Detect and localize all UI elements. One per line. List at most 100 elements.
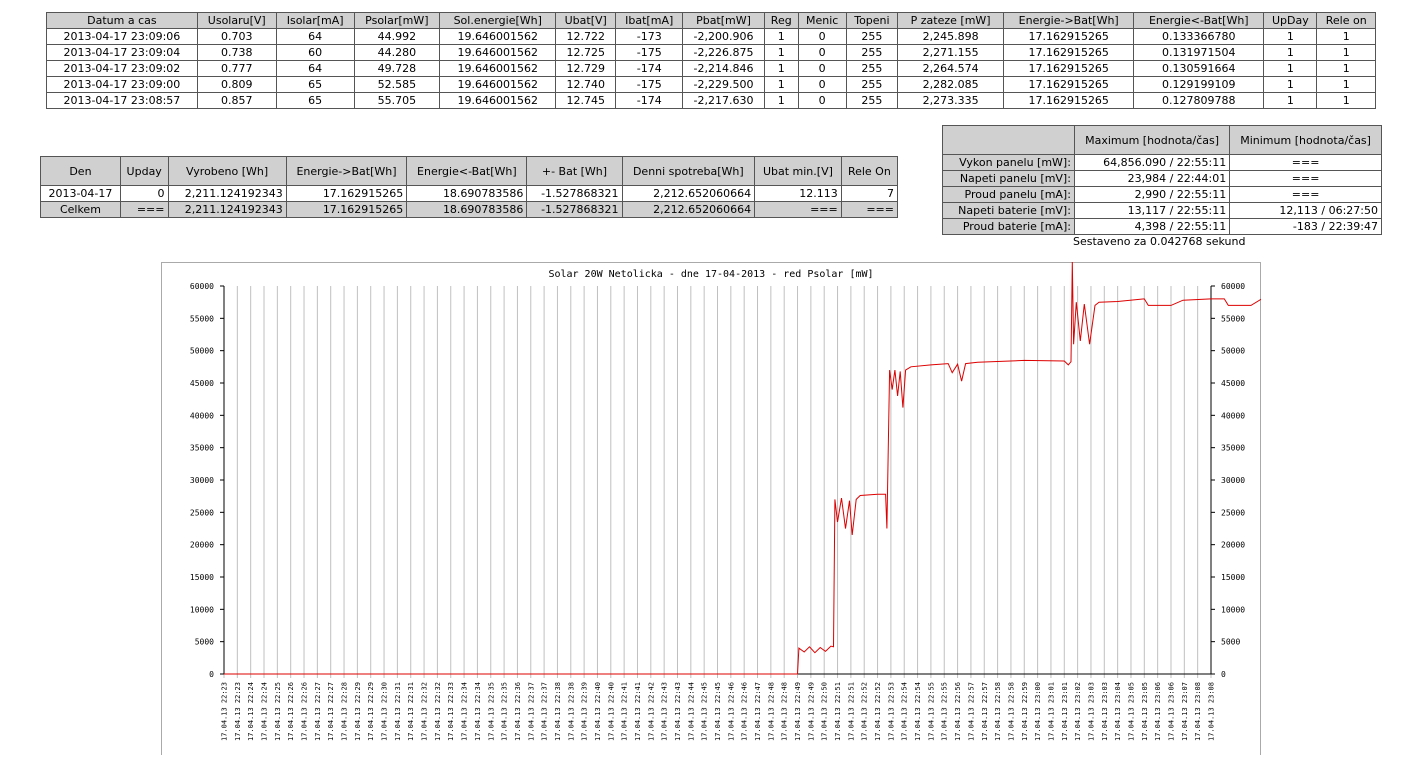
x-tick-label: 17.04.13 22:29	[354, 682, 362, 741]
x-tick-label: 17.04.13 23:04	[1114, 682, 1122, 741]
table-row: 2013-04-17 23:09:04 0.738 60 44.280 19.64600…	[46, 44, 1376, 61]
table-cell: -2,214.846	[682, 60, 765, 77]
table-cell: 12,113 / 06:27:50	[1229, 202, 1382, 219]
x-tick-label: 17.04.13 22:35	[501, 682, 509, 741]
x-tick-label: 17.04.13 22:26	[287, 682, 295, 741]
y-tick-label-right: 60000	[1221, 282, 1245, 291]
table-cell: 17.162915265	[1003, 44, 1135, 61]
y-tick-label: 30000	[190, 476, 214, 485]
table-row: Napeti baterie [mV]: 13,117 / 22:55:11 12,…	[942, 202, 1382, 219]
table-cell: 1	[1316, 60, 1376, 77]
table-cell: 2,212.652060664	[621, 201, 756, 218]
table-cell: 17.162915265	[1003, 92, 1135, 109]
table-cell: 1	[1316, 76, 1376, 93]
generation-time-text: Sestaveno za 0.042768 sekund	[1073, 235, 1246, 248]
x-tick-label: 17.04.13 22:47	[754, 682, 762, 741]
table-cell: 2,273.335	[897, 92, 1005, 109]
x-tick-label: 17.04.13 22:57	[967, 682, 975, 741]
table-cell: 0.127809788	[1133, 92, 1265, 109]
x-tick-label: 17.04.13 22:58	[994, 682, 1002, 741]
table-cell: 2,282.085	[897, 76, 1005, 93]
daily-col-header: Denni spotreba[Wh]	[621, 156, 756, 186]
x-tick-label: 17.04.13 22:38	[554, 682, 562, 741]
x-tick-label: 17.04.13 22:28	[341, 682, 349, 741]
table-cell: 0	[797, 76, 847, 93]
table-cell: -173	[615, 28, 684, 45]
x-tick-label: 17.04.13 23:05	[1141, 682, 1149, 741]
table-row: Napeti panelu [mV]: 23,984 / 22:44:01 ===	[942, 170, 1382, 187]
x-tick-label: 17.04.13 22:52	[861, 682, 869, 741]
table-cell: 0.857	[196, 92, 277, 109]
x-tick-label: 17.04.13 22:29	[367, 682, 375, 741]
x-tick-label: 17.04.13 22:52	[874, 682, 882, 741]
table-cell: 64,856.090 / 22:55:11	[1073, 154, 1231, 171]
x-tick-label: 17.04.13 23:01	[1047, 682, 1055, 741]
table-cell: 18.690783586	[406, 201, 528, 218]
x-tick-label: 17.04.13 22:49	[807, 682, 815, 741]
table-cell: 0	[797, 44, 847, 61]
table-cell: 0.130591664	[1133, 60, 1265, 77]
table-cell: 0.703	[196, 28, 277, 45]
y-tick-label-right: 40000	[1221, 411, 1245, 420]
table-cell: 0.738	[196, 44, 277, 61]
y-tick-label: 0	[209, 670, 214, 679]
table-cell: 1	[763, 92, 799, 109]
x-tick-label: 17.04.13 22:33	[447, 682, 455, 741]
table-cell: 0	[119, 185, 169, 202]
table-cell: 255	[845, 92, 899, 109]
table-cell: ===	[1229, 186, 1382, 203]
live-col-header: Topeni	[845, 12, 899, 29]
table-cell: 12.740	[555, 76, 617, 93]
y-tick-label: 25000	[190, 508, 214, 517]
table-cell: 64	[275, 60, 355, 77]
live-table-header-row: Datum a cas Usolaru[V] Isolar[mA] Psolar[mW…	[46, 12, 1376, 29]
table-cell: 2,211.124192343	[167, 201, 287, 218]
table-cell: 2013-04-17	[40, 185, 121, 202]
table-cell: -183 / 22:39:47	[1229, 218, 1382, 235]
table-cell: 1	[1263, 76, 1318, 93]
x-tick-label: 17.04.13 22:43	[661, 682, 669, 741]
table-cell: 1	[1263, 60, 1318, 77]
table-cell: 2013-04-17 23:09:00	[46, 76, 198, 93]
table-cell: -2,229.500	[682, 76, 765, 93]
table-cell: 0.129199109	[1133, 76, 1265, 93]
daily-col-header: Upday	[119, 156, 169, 186]
table-cell: 44.280	[353, 44, 441, 61]
table-cell: 1	[1316, 44, 1376, 61]
table-cell: 255	[845, 28, 899, 45]
x-tick-label: 17.04.13 22:34	[461, 682, 469, 741]
x-tick-label: 17.04.13 22:50	[821, 682, 829, 741]
x-tick-label: 17.04.13 22:55	[927, 682, 935, 741]
x-tick-label: 17.04.13 22:23	[234, 682, 242, 741]
x-tick-label: 17.04.13 23:03	[1101, 682, 1109, 741]
table-cell: -2,217.630	[682, 92, 765, 109]
table-cell: 12.729	[555, 60, 617, 77]
y-tick-label-right: 25000	[1221, 508, 1245, 517]
table-cell: -2,200.906	[682, 28, 765, 45]
y-tick-label: 55000	[190, 314, 214, 323]
y-tick-label-right: 20000	[1221, 541, 1245, 550]
table-cell: 255	[845, 76, 899, 93]
table-cell: 19.646001562	[439, 76, 557, 93]
daily-col-header: Rele On	[840, 156, 899, 186]
daily-col-header: Den	[40, 156, 121, 186]
row-label: Proud panelu [mA]:	[942, 186, 1075, 203]
y-tick-label-right: 35000	[1221, 444, 1245, 453]
x-tick-label: 17.04.13 22:27	[314, 682, 322, 741]
table-cell: ===	[754, 201, 842, 218]
x-tick-label: 17.04.13 22:27	[327, 682, 335, 741]
x-tick-label: 17.04.13 23:06	[1167, 682, 1175, 741]
row-label: Napeti baterie [mV]:	[942, 202, 1075, 219]
chart-title: Solar 20W Netolicka - dne 17-04-2013 - r…	[548, 269, 873, 280]
table-cell: 2,211.124192343	[167, 185, 287, 202]
x-tick-label: 17.04.13 23:01	[1061, 682, 1069, 741]
table-cell: 1	[1316, 28, 1376, 45]
table-cell: 2,212.652060664	[621, 185, 756, 202]
x-tick-label: 17.04.13 22:57	[981, 682, 989, 741]
table-cell: 18.690783586	[406, 185, 528, 202]
daily-table-header-row: Den Upday Vyrobeno [Wh] Energie->Bat[Wh] Ene…	[40, 156, 899, 186]
table-cell: 0	[797, 60, 847, 77]
table-row: 2013-04-17 23:09:06 0.703 64 44.992 19.64600…	[46, 28, 1376, 45]
row-label: Napeti panelu [mV]:	[942, 170, 1075, 187]
live-col-header: Datum a cas	[46, 12, 198, 29]
